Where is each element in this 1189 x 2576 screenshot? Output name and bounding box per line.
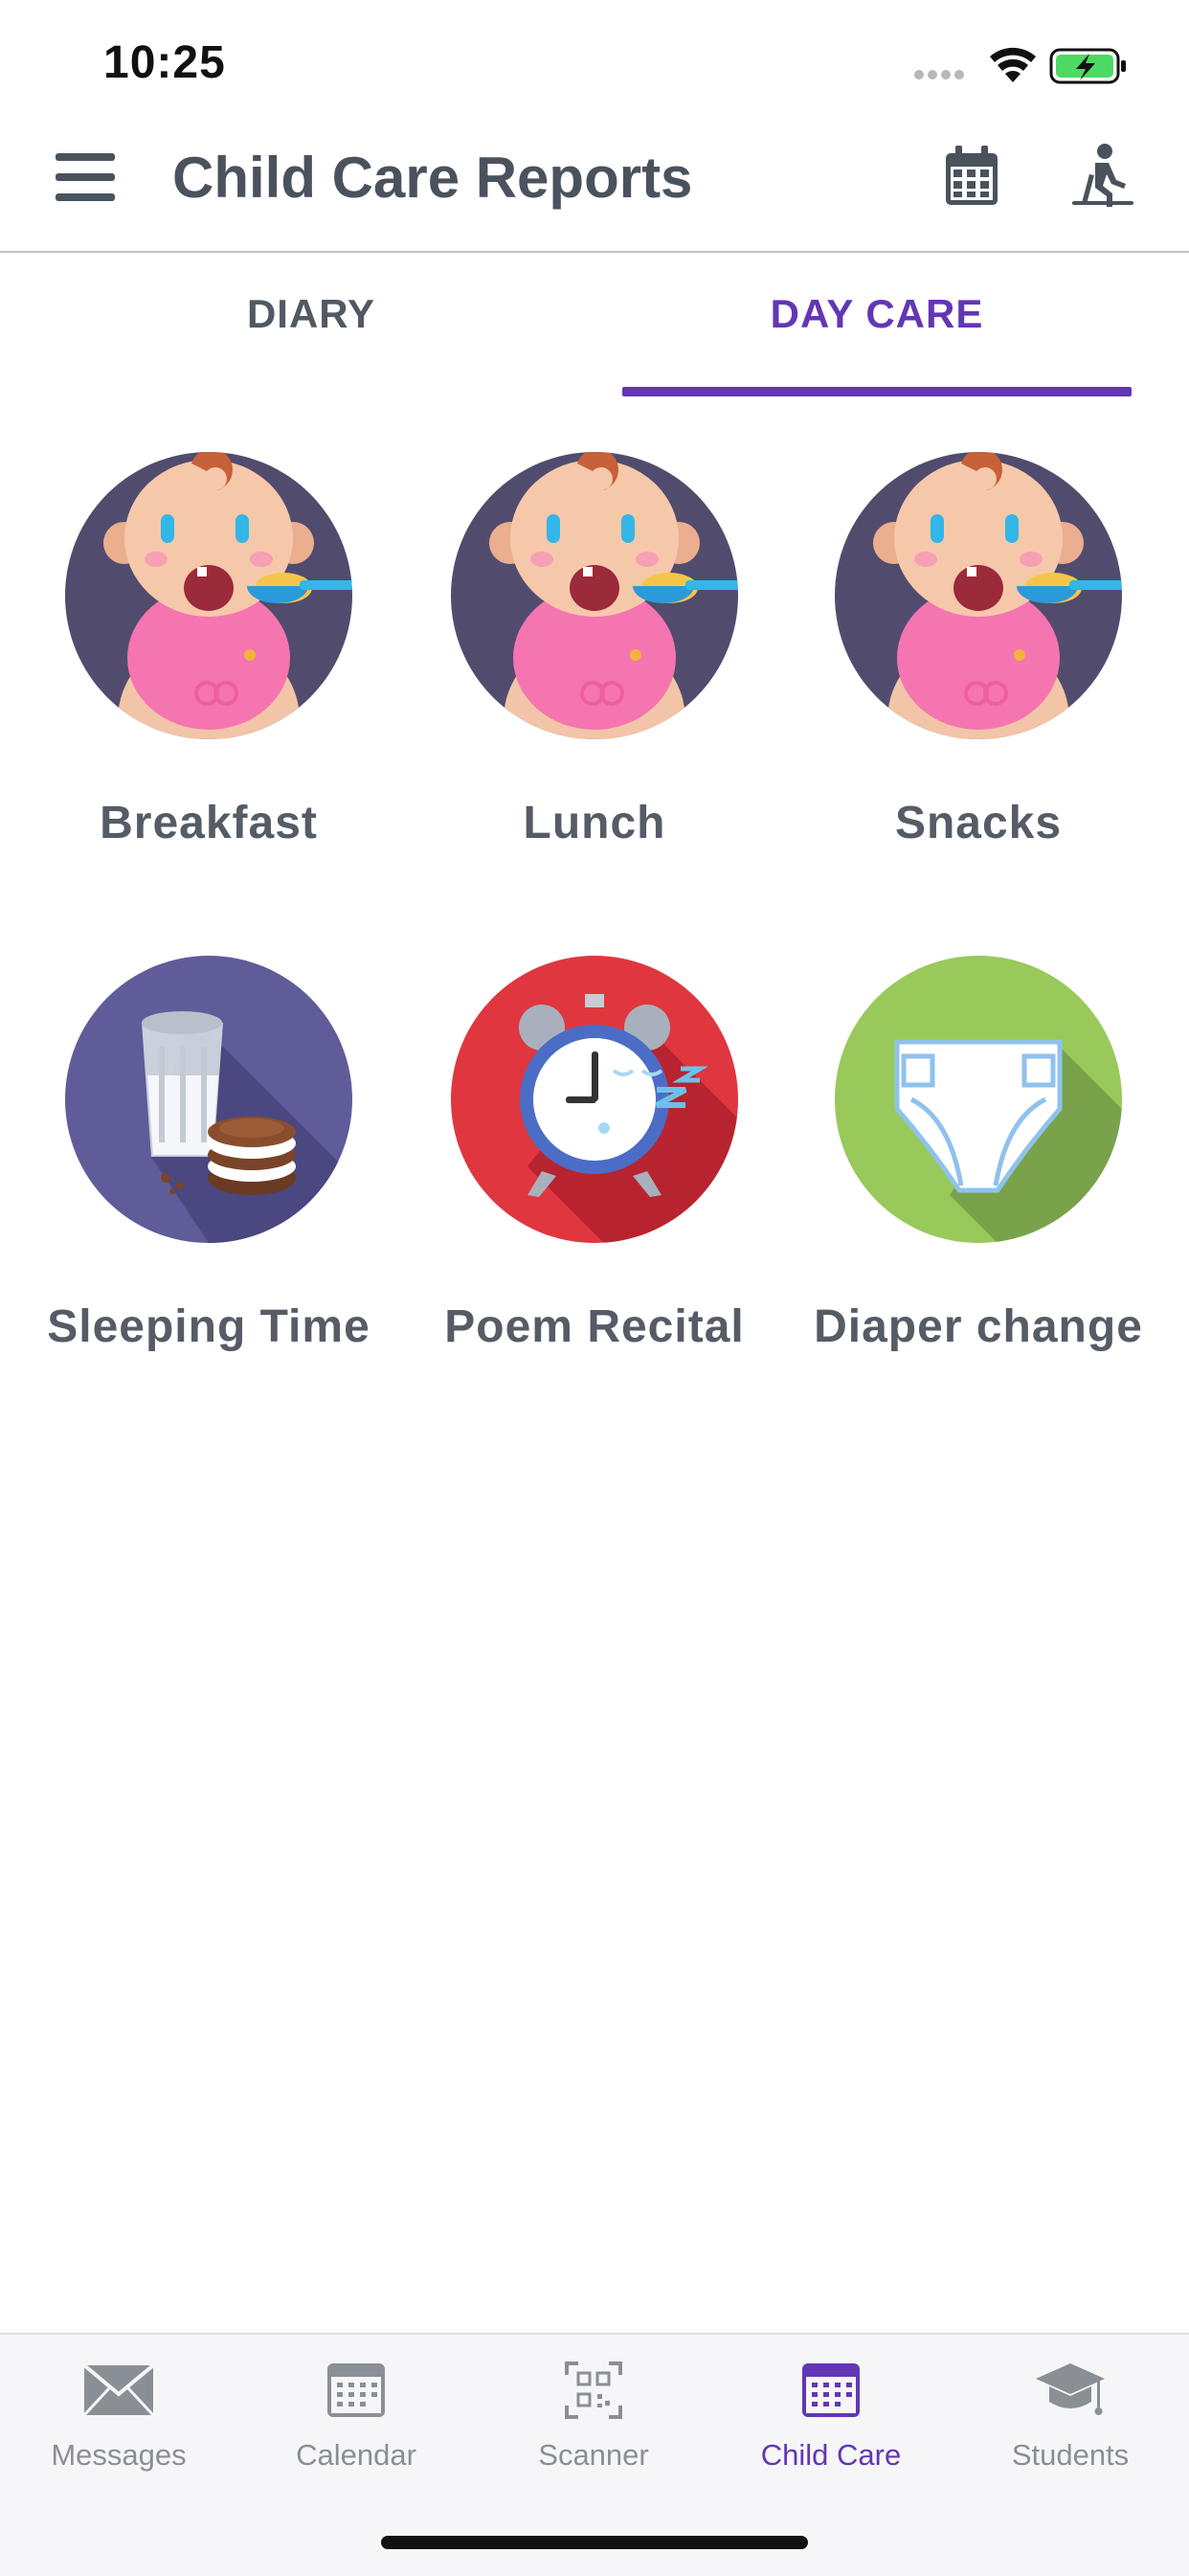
- signal-icon: [914, 70, 964, 79]
- activity-diaper-change[interactable]: Diaper change: [787, 944, 1170, 1394]
- hamburger-menu-icon[interactable]: [54, 146, 117, 209]
- active-tab-indicator: [622, 387, 1132, 396]
- tab-day-care-label: DAY CARE: [770, 291, 984, 336]
- battery-icon: [1049, 48, 1126, 84]
- activity-poem-recital[interactable]: Poem Recital: [403, 944, 786, 1394]
- tab-scanner[interactable]: Scanner: [475, 2335, 712, 2497]
- status-time: 10:25: [103, 37, 226, 88]
- baby-feeding-icon: [835, 452, 1122, 739]
- envelope-icon: [82, 2363, 155, 2417]
- qr-scanner-icon: [565, 2361, 622, 2419]
- tab-label: Students: [1011, 2438, 1130, 2472]
- page-title: Child Care Reports: [172, 146, 693, 210]
- status-icons: [911, 42, 1132, 90]
- tab-messages[interactable]: Messages: [0, 2335, 237, 2497]
- activity-label: Poem Recital: [444, 1301, 745, 1352]
- tab-calendar[interactable]: Calendar: [237, 2335, 475, 2497]
- tab-child-care[interactable]: Child Care: [712, 2335, 950, 2497]
- tab-diary-label: DIARY: [246, 291, 376, 336]
- activity-label: Diaper change: [814, 1301, 1143, 1352]
- segment-tabs: DIARY DAY CARE: [0, 253, 1189, 396]
- graduation-cap-icon: [1036, 2363, 1105, 2415]
- tab-label: Calendar: [296, 2438, 416, 2472]
- calendar-icon: [802, 2363, 860, 2417]
- activity-label: Sleeping Time: [47, 1301, 370, 1352]
- tab-day-care[interactable]: DAY CARE: [622, 291, 1132, 396]
- alarm-clock-icon: [451, 956, 738, 1243]
- activity-snacks[interactable]: Snacks: [787, 441, 1170, 891]
- status-bar: 10:25: [0, 0, 1189, 124]
- milk-and-cookies-icon: [65, 956, 352, 1243]
- wifi-icon: [990, 47, 1036, 82]
- tab-label: Messages: [51, 2438, 187, 2472]
- diaper-icon: [835, 956, 1122, 1243]
- activity-icon[interactable]: [1068, 142, 1137, 209]
- baby-feeding-icon: [65, 452, 352, 739]
- activity-label: Lunch: [523, 798, 666, 848]
- activity-label: Snacks: [894, 798, 1063, 848]
- app-header: Child Care Reports: [0, 124, 1189, 253]
- calendar-icon: [327, 2363, 385, 2417]
- home-indicator: [381, 2536, 808, 2549]
- baby-feeding-icon: [451, 452, 738, 739]
- tab-students[interactable]: Students: [952, 2335, 1189, 2497]
- tab-diary[interactable]: DIARY: [182, 291, 440, 396]
- tab-label: Child Care: [760, 2438, 902, 2472]
- activity-sleeping-time[interactable]: Sleeping Time: [17, 944, 400, 1394]
- activity-breakfast[interactable]: Breakfast: [17, 441, 400, 891]
- calendar-icon[interactable]: [944, 144, 999, 207]
- activity-label: Breakfast: [100, 798, 318, 848]
- tab-label: Scanner: [538, 2438, 649, 2472]
- activity-lunch[interactable]: Lunch: [403, 441, 786, 891]
